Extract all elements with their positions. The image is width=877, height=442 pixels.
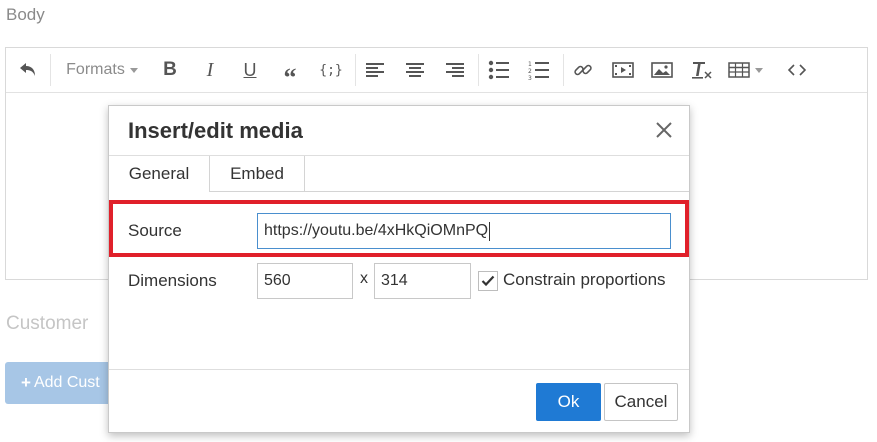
clear-format-icon bbox=[692, 62, 712, 79]
ok-button[interactable]: Ok bbox=[536, 383, 601, 421]
editor-toolbar: Formats B I U “ {;} 123 bbox=[6, 48, 867, 93]
clear-formatting-button[interactable] bbox=[688, 56, 716, 84]
bold-icon: B bbox=[163, 59, 177, 80]
align-center-icon bbox=[406, 63, 424, 77]
undo-button[interactable] bbox=[14, 56, 42, 84]
svg-text:2: 2 bbox=[528, 68, 532, 75]
dimensions-label: Dimensions bbox=[128, 271, 217, 290]
blockquote-button[interactable]: “ bbox=[277, 56, 303, 92]
close-icon bbox=[656, 122, 672, 138]
constrain-proportions-checkbox[interactable] bbox=[478, 271, 498, 291]
svg-text:1: 1 bbox=[528, 61, 532, 68]
plus-icon: + bbox=[21, 373, 31, 392]
chevron-down-icon bbox=[755, 67, 763, 73]
align-right-button[interactable] bbox=[442, 56, 468, 84]
toolbar-separator bbox=[50, 54, 51, 86]
numbered-list-icon: 123 bbox=[528, 61, 549, 80]
height-value: 314 bbox=[381, 272, 408, 289]
insert-image-button[interactable] bbox=[648, 56, 676, 84]
tab-embed-label: Embed bbox=[230, 163, 284, 183]
align-left-icon bbox=[366, 63, 384, 77]
toolbar-separator bbox=[563, 54, 564, 86]
chevron-down-icon bbox=[129, 67, 138, 73]
insert-media-button[interactable] bbox=[609, 56, 637, 84]
toolbar-separator bbox=[355, 54, 356, 86]
numbered-list-button[interactable]: 123 bbox=[526, 56, 552, 84]
formats-dropdown[interactable]: Formats bbox=[61, 56, 143, 84]
underline-button[interactable]: U bbox=[238, 56, 262, 84]
cancel-button[interactable]: Cancel bbox=[604, 383, 678, 421]
dialog-footer-divider bbox=[109, 369, 689, 370]
checkmark-icon bbox=[481, 275, 495, 287]
code-sample-button[interactable]: {;} bbox=[317, 56, 345, 84]
bullet-list-icon bbox=[488, 60, 509, 80]
formats-label: Formats bbox=[66, 61, 125, 78]
source-code-icon bbox=[787, 64, 807, 76]
tab-general[interactable]: General bbox=[109, 156, 210, 192]
media-icon bbox=[612, 62, 634, 78]
toolbar-separator bbox=[478, 54, 479, 86]
blockquote-icon: “ bbox=[283, 63, 297, 92]
text-cursor bbox=[489, 221, 491, 241]
ok-button-label: Ok bbox=[557, 392, 580, 411]
source-input-value: https://youtu.be/4xHkQiOMnPQ bbox=[264, 222, 489, 239]
height-input[interactable]: 314 bbox=[374, 263, 471, 299]
close-button[interactable] bbox=[653, 119, 675, 141]
align-center-button[interactable] bbox=[402, 56, 428, 84]
undo-icon bbox=[20, 63, 35, 76]
align-right-icon bbox=[446, 63, 464, 77]
add-customer-label: Add Cust bbox=[33, 374, 100, 391]
tab-embed[interactable]: Embed bbox=[210, 156, 305, 192]
width-value: 560 bbox=[264, 272, 291, 289]
image-icon bbox=[651, 62, 673, 78]
body-field-label: Body bbox=[6, 5, 45, 24]
source-input[interactable]: https://youtu.be/4xHkQiOMnPQ bbox=[257, 213, 671, 249]
dimension-separator: x bbox=[360, 270, 368, 287]
underline-icon: U bbox=[243, 59, 257, 80]
width-input[interactable]: 560 bbox=[257, 263, 353, 299]
bold-button[interactable]: B bbox=[158, 56, 182, 84]
source-code-button[interactable] bbox=[784, 56, 810, 84]
constrain-proportions-label: Constrain proportions bbox=[503, 270, 666, 289]
italic-button[interactable]: I bbox=[198, 56, 222, 84]
bullet-list-button[interactable] bbox=[486, 56, 512, 84]
code-icon: {;} bbox=[319, 62, 343, 78]
dialog-title: Insert/edit media bbox=[128, 118, 303, 143]
cancel-button-label: Cancel bbox=[614, 392, 668, 411]
insert-media-dialog: Insert/edit media General Embed Source h… bbox=[108, 105, 690, 433]
link-button[interactable] bbox=[569, 56, 597, 84]
tabs-divider bbox=[305, 191, 689, 192]
italic-icon: I bbox=[206, 58, 214, 81]
table-icon bbox=[728, 62, 750, 78]
svg-text:3: 3 bbox=[528, 75, 532, 80]
customer-section-label: Customer bbox=[6, 313, 89, 334]
align-left-button[interactable] bbox=[362, 56, 388, 84]
source-label: Source bbox=[128, 221, 182, 240]
link-icon bbox=[574, 64, 592, 76]
tab-general-label: General bbox=[128, 164, 190, 183]
table-dropdown[interactable] bbox=[728, 56, 768, 84]
